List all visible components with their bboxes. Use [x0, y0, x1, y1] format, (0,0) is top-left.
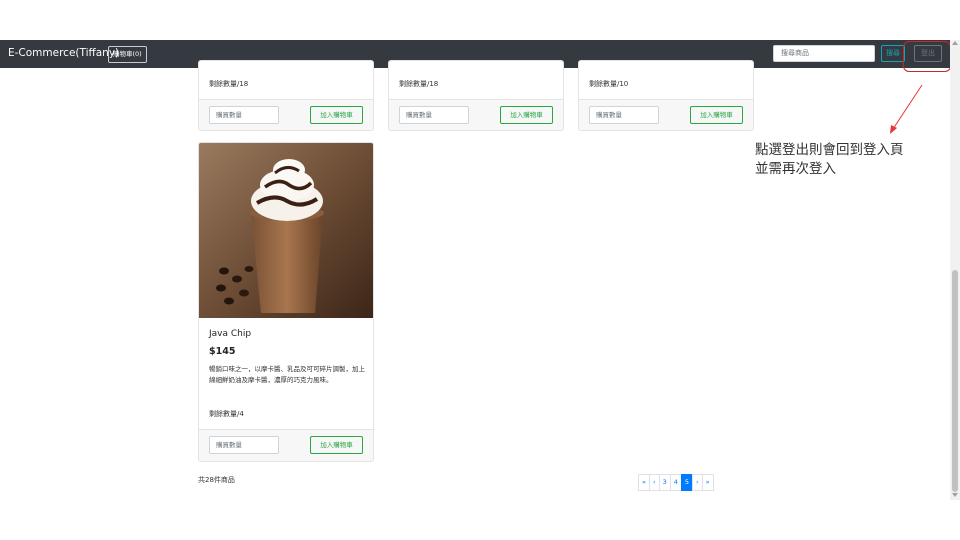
card-footer: 購買數量 加入購物車 — [389, 99, 563, 130]
total-count: 共28件商品 — [198, 476, 235, 484]
brand-title[interactable]: E-Commerce(Tiffany) — [8, 47, 119, 59]
product-price: $145 — [209, 346, 236, 357]
card-footer: 購買數量 加入購物車 — [199, 429, 373, 461]
vertical-scrollbar[interactable] — [950, 40, 960, 500]
add-to-cart-button[interactable]: 加入購物車 — [690, 106, 743, 124]
product-image[interactable] — [199, 143, 373, 318]
quantity-input[interactable]: 購買數量 — [209, 106, 279, 124]
scroll-down-arrow-icon[interactable] — [952, 493, 958, 497]
stock-text: 剩餘數量/10 — [589, 80, 629, 88]
product-card: 剩餘數量/18 購買數量 加入購物車 — [198, 60, 374, 131]
cart-button[interactable]: 購物車(0) — [108, 46, 147, 63]
product-card: 剩餘數量/10 購買數量 加入購物車 — [578, 60, 754, 131]
search-button[interactable]: 搜尋 — [881, 45, 905, 62]
quantity-input[interactable]: 購買數量 — [209, 436, 279, 454]
page-last-button[interactable]: » — [701, 474, 714, 491]
add-to-cart-button[interactable]: 加入購物車 — [500, 106, 553, 124]
pagination: « ‹ 3 4 5 › » — [638, 474, 714, 491]
stock-text: 剩餘數量/18 — [209, 80, 249, 88]
search-input[interactable]: 搜尋商品 — [773, 45, 875, 62]
product-card-java-chip: Java Chip $145 暢銷口味之一，以摩卡醬、乳品及可可碎片調製，加上綿… — [198, 142, 374, 462]
quantity-input[interactable]: 購買數量 — [589, 106, 659, 124]
scroll-up-arrow-icon[interactable] — [952, 41, 958, 45]
annotation-line-1: 點選登出則會回到登入頁 — [755, 142, 904, 158]
product-description: 暢銷口味之一，以摩卡醬、乳品及可可碎片調製，加上綿細鮮奶油及摩卡醬，濃厚的巧克力… — [209, 365, 365, 384]
logout-highlight-box — [903, 41, 951, 72]
product-card: 剩餘數量/18 購買數量 加入購物車 — [388, 60, 564, 131]
card-footer: 購買數量 加入購物車 — [199, 99, 373, 130]
stock-text: 剩餘數量/4 — [209, 410, 244, 418]
product-name: Java Chip — [209, 329, 252, 339]
add-to-cart-button[interactable]: 加入購物車 — [310, 106, 363, 124]
add-to-cart-button[interactable]: 加入購物車 — [310, 436, 363, 454]
quantity-input[interactable]: 購買數量 — [399, 106, 469, 124]
scroll-thumb[interactable] — [952, 270, 958, 492]
annotation-line-2: 並需再次登入 — [755, 161, 836, 177]
stock-text: 剩餘數量/18 — [399, 80, 439, 88]
card-footer: 購買數量 加入購物車 — [579, 99, 753, 130]
annotation-text: 點選登出則會回到登入頁 並需再次登入 — [755, 141, 904, 179]
